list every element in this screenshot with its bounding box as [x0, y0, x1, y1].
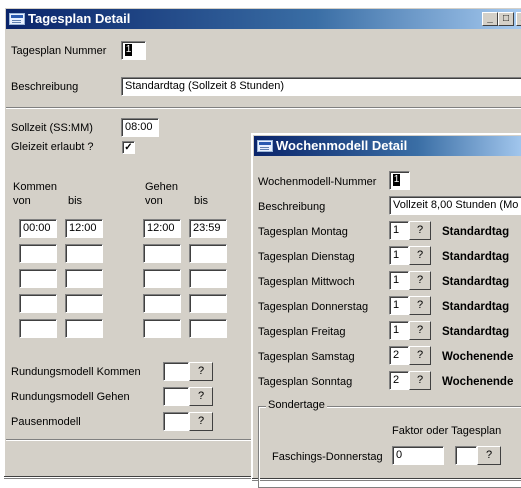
kommen-von-field-4[interactable]: [19, 294, 57, 313]
bottom-separator: [6, 439, 256, 441]
kommen-bis-field-3[interactable]: [65, 269, 103, 288]
wochenmodell-nummer-label: Wochenmodell-Nummer: [258, 176, 377, 188]
fasching-label: Faschings-Donnerstag: [272, 451, 383, 463]
rundung-kommen-label: Rundungsmodell Kommen: [11, 366, 141, 378]
tagesplan-nummer-field[interactable]: 1: [121, 41, 146, 60]
gleitzeit-checkbox[interactable]: ✓: [122, 141, 135, 154]
rundung-gehen-label: Rundungsmodell Gehen: [11, 391, 130, 403]
window-icon: [9, 13, 25, 25]
tagesplan-samstag-name: Wochenende: [442, 351, 514, 363]
gehen-bis-field-3[interactable]: [189, 269, 227, 288]
tagesplan-mittwoch-field[interactable]: 1: [389, 271, 409, 290]
tagesplan-freitag-lookup-button[interactable]: ?: [409, 321, 431, 340]
kommen-von-field-2[interactable]: [19, 244, 57, 263]
tagesplan-nummer-value: 1: [125, 44, 132, 56]
separator: [6, 107, 521, 109]
window-icon: [257, 140, 273, 152]
kommen-von-field-1[interactable]: 00:00: [19, 219, 57, 238]
kommen-von-field-5[interactable]: [19, 319, 57, 338]
kommen-bis-field-1[interactable]: 12:00: [65, 219, 103, 238]
sondertage-label: Sondertage: [266, 399, 327, 412]
window-title: Wochenmodell Detail: [276, 138, 408, 153]
maximize-button[interactable]: □: [498, 12, 514, 26]
gehen-bis-field-1[interactable]: 23:59: [189, 219, 227, 238]
kommen-bis-field-4[interactable]: [65, 294, 103, 313]
wochenmodell-beschreibung-field[interactable]: Vollzeit 8,00 Stunden (Mo: [389, 196, 521, 215]
kommen-bis-field-5[interactable]: [65, 319, 103, 338]
kommen-von-label: von: [13, 195, 31, 207]
tagesplan-samstag-lookup-button[interactable]: ?: [409, 346, 431, 365]
gehen-von-label: von: [145, 195, 163, 207]
tagesplan-mittwoch-name: Standardtag: [442, 276, 510, 288]
tagesplan-donnerstag-name: Standardtag: [442, 301, 510, 313]
rundung-gehen-field[interactable]: [163, 387, 189, 406]
sollzeit-label: Sollzeit (SS:MM): [11, 122, 93, 134]
sollzeit-field[interactable]: 08:00: [121, 118, 159, 137]
minimize-button[interactable]: _: [482, 12, 498, 26]
tagesplan-sonntag-label: Tagesplan Sonntag: [258, 376, 353, 388]
wochenmodell-beschreibung-label: Beschreibung: [258, 201, 326, 213]
tagesplan-mittwoch-label: Tagesplan Mittwoch: [258, 276, 355, 288]
gehen-bis-field-2[interactable]: [189, 244, 227, 263]
tagesplan-freitag-label: Tagesplan Freitag: [258, 326, 346, 338]
gehen-von-field-5[interactable]: [143, 319, 181, 338]
tagesplan-freitag-name: Standardtag: [442, 326, 510, 338]
gehen-label: Gehen: [145, 181, 179, 193]
window-title: Tagesplan Detail: [28, 11, 131, 26]
rundung-gehen-lookup-button[interactable]: ?: [189, 387, 213, 406]
tagesplan-dienstag-name: Standardtag: [442, 251, 510, 263]
pausenmodell-field[interactable]: [163, 412, 189, 431]
tagesplan-montag-lookup-button[interactable]: ?: [409, 221, 431, 240]
fasching-lookup-button[interactable]: ?: [477, 446, 501, 465]
kommen-von-field-3[interactable]: [19, 269, 57, 288]
fasching-faktor-field[interactable]: 0: [392, 446, 444, 465]
wochenmodell-nummer-field[interactable]: 1: [389, 171, 410, 190]
rundung-kommen-lookup-button[interactable]: ?: [189, 362, 213, 381]
tagesplan-mittwoch-lookup-button[interactable]: ?: [409, 271, 431, 290]
pausenmodell-label: Pausenmodell: [11, 416, 81, 428]
gehen-von-field-1[interactable]: 12:00: [143, 219, 181, 238]
tagesplan-sonntag-field[interactable]: 2: [389, 371, 409, 390]
gehen-von-field-4[interactable]: [143, 294, 181, 313]
gleitzeit-label: Gleizeit erlaubt ?: [11, 141, 94, 153]
gehen-von-field-3[interactable]: [143, 269, 181, 288]
pausenmodell-lookup-button[interactable]: ?: [189, 412, 213, 431]
tagesplan-dienstag-lookup-button[interactable]: ?: [409, 246, 431, 265]
tagesplan-dienstag-label: Tagesplan Dienstag: [258, 251, 355, 263]
gehen-bis-field-5[interactable]: [189, 319, 227, 338]
tagesplan-donnerstag-label: Tagesplan Donnerstag: [258, 301, 369, 313]
fasching-tagesplan-field[interactable]: [455, 446, 477, 465]
tagesplan-sonntag-name: Wochenende: [442, 376, 514, 388]
wochenmodell-nummer-value: 1: [393, 174, 400, 186]
gehen-bis-label: bis: [194, 195, 209, 207]
tagesplan-montag-label: Tagesplan Montag: [258, 226, 348, 238]
wochenmodell-detail-window: Wochenmodell Detail Wochenmodell-Nummer …: [251, 133, 521, 488]
kommen-bis-label: bis: [68, 195, 83, 207]
tagesplan-samstag-field[interactable]: 2: [389, 346, 409, 365]
faktor-tagesplan-label: Faktor oder Tagesplan: [392, 425, 502, 437]
gehen-von-field-2[interactable]: [143, 244, 181, 263]
tagesplan-montag-field[interactable]: 1: [389, 221, 409, 240]
beschreibung-label: Beschreibung: [11, 81, 79, 93]
tagesplan-sonntag-lookup-button[interactable]: ?: [409, 371, 431, 390]
kommen-bis-field-2[interactable]: [65, 244, 103, 263]
tagesplan-donnerstag-field[interactable]: 1: [389, 296, 409, 315]
close-button[interactable]: X: [516, 12, 521, 26]
tagesplan-freitag-field[interactable]: 1: [389, 321, 409, 340]
kommen-label: Kommen: [13, 181, 58, 193]
tagesplan-donnerstag-lookup-button[interactable]: ?: [409, 296, 431, 315]
tagesplan-nummer-label: Tagesplan Nummer: [11, 45, 107, 57]
gehen-bis-field-4[interactable]: [189, 294, 227, 313]
tagesplan-samstag-label: Tagesplan Samstag: [258, 351, 355, 363]
tagesplan-titlebar[interactable]: Tagesplan Detail _ □ X: [6, 9, 521, 29]
rundung-kommen-field[interactable]: [163, 362, 189, 381]
tagesplan-dienstag-field[interactable]: 1: [389, 246, 409, 265]
beschreibung-field[interactable]: Standardtag (Sollzeit 8 Stunden): [121, 77, 521, 96]
tagesplan-montag-name: Standardtag: [442, 226, 510, 238]
wochenmodell-titlebar[interactable]: Wochenmodell Detail: [254, 136, 521, 156]
